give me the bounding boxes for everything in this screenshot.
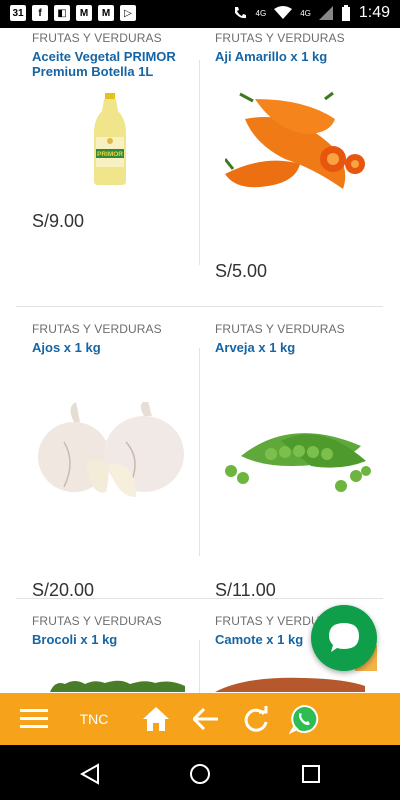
product-category: FRUTAS Y VERDURAS xyxy=(32,322,162,336)
nav-recents-icon[interactable] xyxy=(301,764,321,784)
status-bar: 31 f ◧ M M ▷ 4G 4G 1:49 xyxy=(0,0,400,28)
product-price: S/20.00 xyxy=(32,580,95,600)
product-name[interactable]: Aceite Vegetal PRIMOR Premium Botella 1L xyxy=(32,49,216,79)
signal-icon xyxy=(318,6,333,20)
product-price: S/5.00 xyxy=(215,261,268,281)
product-category: FRUTAS Y VERDURAS xyxy=(32,31,162,45)
row-divider xyxy=(16,306,383,307)
battery-icon xyxy=(341,5,350,21)
product-name[interactable]: Brocoli x 1 kg xyxy=(32,632,216,647)
network-type-label: 4G xyxy=(255,8,267,18)
back-button[interactable] xyxy=(186,693,226,745)
product-image-oil-bottle[interactable]: PRIMOR xyxy=(90,93,130,185)
product-card[interactable]: FRUTAS Y VERDURAS Aji Amarillo x 1 kg S/… xyxy=(215,31,399,291)
nav-back-icon[interactable] xyxy=(80,763,100,785)
product-price: S/11.00 xyxy=(215,580,276,600)
product-name[interactable]: Arveja x 1 kg xyxy=(215,340,399,355)
back-arrow-icon xyxy=(193,708,218,730)
product-brand: PRIMOR xyxy=(97,151,123,158)
home-icon xyxy=(143,707,169,731)
product-image-garlic[interactable] xyxy=(36,402,188,502)
home-button[interactable] xyxy=(136,693,176,745)
product-name[interactable]: Ajos x 1 kg xyxy=(32,340,216,355)
chat-button[interactable] xyxy=(311,605,377,671)
product-card[interactable]: FRUTAS Y VERDURAS Ajos x 1 kg S/20.00 xyxy=(32,322,216,600)
menu-button[interactable] xyxy=(14,693,54,745)
gmail-icon: M xyxy=(76,5,92,21)
gmail-icon-2: M xyxy=(98,5,114,21)
menu-icon xyxy=(20,709,48,728)
bottom-toolbar: TNC xyxy=(0,693,400,745)
tnc-link[interactable]: TNC xyxy=(74,693,114,745)
product-price: S/9.00 xyxy=(32,211,85,231)
clock: 1:49 xyxy=(358,4,390,21)
network-type-label-2: 4G xyxy=(300,8,311,18)
refresh-icon xyxy=(244,706,268,732)
product-image-peas[interactable] xyxy=(221,416,371,496)
whatsapp-icon xyxy=(289,704,319,734)
system-nav-bar xyxy=(0,745,400,800)
product-name[interactable]: Aji Amarillo x 1 kg xyxy=(215,49,399,64)
wifi-icon xyxy=(274,6,293,19)
product-image-sweet-potato[interactable] xyxy=(215,676,365,692)
product-card[interactable]: FRUTAS Y VERDURAS Arveja x 1 kg S/11.00 xyxy=(215,322,399,600)
whatsapp-button[interactable] xyxy=(284,693,324,745)
product-card[interactable]: FRUTAS Y VERDURAS Brocoli x 1 kg xyxy=(32,614,216,694)
nav-home-icon[interactable] xyxy=(189,763,211,785)
product-category: FRUTAS Y VERDURAS xyxy=(215,31,345,45)
play-store-icon: ▷ xyxy=(120,5,136,21)
chat-bubble-icon xyxy=(329,623,359,652)
product-image-broccoli[interactable] xyxy=(50,680,185,692)
product-category: FRUTAS Y VERDURAS xyxy=(32,614,162,628)
messaging-icon: ◧ xyxy=(54,5,70,21)
product-category: FRUTAS Y VERDURAS xyxy=(215,322,345,336)
calendar-icon: 31 xyxy=(10,5,26,21)
call-icon xyxy=(234,7,246,19)
product-image-aji-amarillo[interactable] xyxy=(225,89,375,209)
refresh-button[interactable] xyxy=(236,693,276,745)
facebook-icon: f xyxy=(32,5,48,21)
product-card[interactable]: FRUTAS Y VERDURAS Aceite Vegetal PRIMOR … xyxy=(32,31,216,261)
